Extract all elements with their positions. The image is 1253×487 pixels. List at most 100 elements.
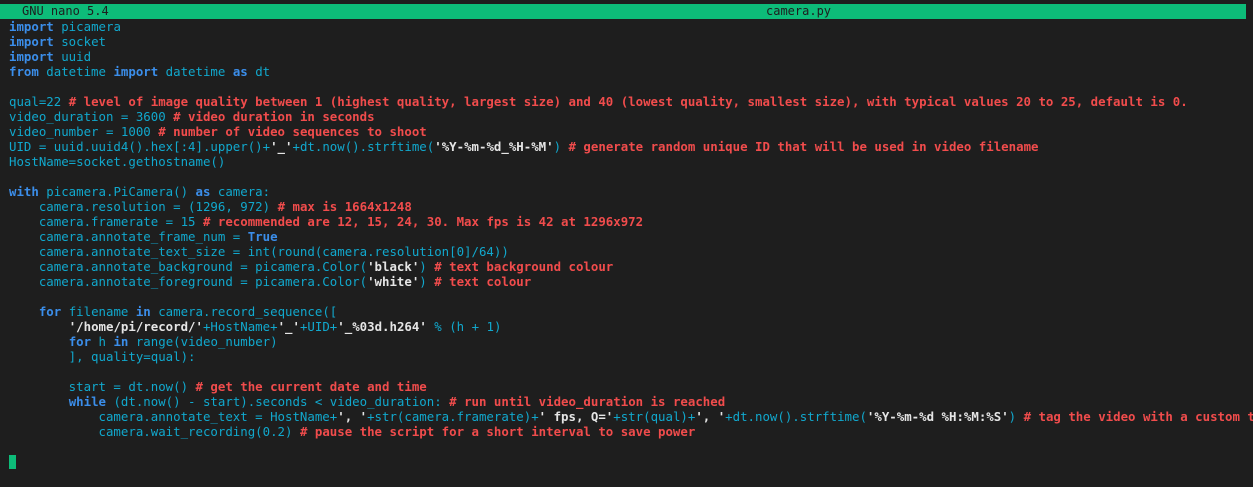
- code-identifier: camera.annotate_text_size = int(round(ca…: [9, 244, 509, 259]
- code-line: camera.annotate_foreground = picamera.Co…: [9, 274, 1249, 289]
- code-comment: # tag the video with a custom text: [1023, 409, 1253, 424]
- code-identifier: picamera: [53, 19, 121, 34]
- code-line: with picamera.PiCamera() as camera:: [9, 184, 1249, 199]
- code-identifier: [9, 334, 69, 349]
- code-line: import uuid: [9, 49, 1249, 64]
- code-identifier: start = dt.now(): [9, 379, 196, 394]
- code-line: from datetime import datetime as dt: [9, 64, 1249, 79]
- code-identifier: range(video_number): [128, 334, 278, 349]
- code-identifier: [9, 304, 39, 319]
- code-keyword: import: [9, 19, 54, 34]
- code-line: while (dt.now() - start).seconds < video…: [9, 394, 1249, 409]
- code-keyword: import: [9, 49, 54, 64]
- code-keyword: import: [113, 64, 159, 79]
- code-identifier: +HostName+: [202, 319, 278, 334]
- code-identifier: video_duration = 3600: [9, 109, 174, 124]
- code-line: video_duration = 3600 # video duration i…: [9, 109, 1249, 124]
- code-comment: # get the current date and time: [195, 379, 427, 394]
- code-identifier: [9, 394, 69, 409]
- code-keyword: for: [68, 334, 92, 349]
- code-identifier: camera.framerate = 15: [9, 214, 203, 229]
- code-line: UID = uuid.uuid4().hex[:4].upper()+'_'+d…: [9, 139, 1249, 154]
- text-cursor: [9, 455, 16, 469]
- code-string: 'black': [367, 259, 420, 274]
- code-identifier: (dt.now() - start).seconds < video_durat…: [106, 394, 450, 409]
- editor-file-name: camera.py: [766, 4, 832, 18]
- code-identifier: uuid: [53, 49, 92, 64]
- code-identifier: qual=22: [9, 94, 69, 109]
- code-keyword: as: [195, 184, 211, 199]
- code-identifier: camera.wait_recording(0.2): [9, 424, 300, 439]
- code-editor[interactable]: import picamera import socket import uuid f…: [9, 19, 1253, 439]
- code-line: camera.annotate_text_size = int(round(ca…: [9, 244, 1249, 259]
- code-keyword: import: [9, 34, 54, 49]
- code-identifier: h: [91, 334, 114, 349]
- code-line: for h in range(video_number): [9, 334, 1249, 349]
- code-string: '_': [277, 319, 300, 334]
- code-line: camera.wait_recording(0.2) # pause the s…: [9, 424, 1249, 439]
- code-identifier: +dt.now().strftime(: [725, 409, 867, 424]
- code-identifier: [9, 319, 69, 334]
- code-comment: # video duration in seconds: [173, 109, 375, 124]
- code-line: camera.annotate_text = HostName+', '+str…: [9, 409, 1253, 424]
- code-identifier: ): [1008, 409, 1024, 424]
- code-string: '/home/pi/record/': [68, 319, 203, 334]
- code-identifier: camera.resolution = (1296, 972): [9, 199, 278, 214]
- code-string: ', ': [337, 409, 368, 424]
- code-line: video_number = 1000 # number of video se…: [9, 124, 1249, 139]
- code-line: import socket: [9, 34, 1249, 49]
- code-identifier: camera.annotate_text = HostName+: [9, 409, 338, 424]
- code-keyword: as: [232, 64, 248, 79]
- code-string: '_%03d.h264': [337, 319, 427, 334]
- code-keyword: in: [135, 304, 151, 319]
- code-comment: # level of image quality between 1 (high…: [68, 94, 1188, 109]
- code-comment: # max is 1664x1248: [277, 199, 412, 214]
- code-identifier: dt: [247, 64, 271, 79]
- code-comment: # recommended are 12, 15, 24, 30. Max fp…: [202, 214, 644, 229]
- code-line: ], quality=qual):: [9, 349, 1249, 364]
- code-identifier: datetime: [38, 64, 114, 79]
- code-string: '%Y-%m-%d_%H-%M': [434, 139, 554, 154]
- code-line: HostName=socket.gethostname(): [9, 154, 1249, 169]
- code-comment: # run until video_duration is reached: [449, 394, 726, 409]
- code-identifier: +dt.now().strftime(: [292, 139, 435, 154]
- code-identifier: camera:: [210, 184, 271, 199]
- code-keyword: while: [68, 394, 106, 409]
- code-identifier: ): [553, 139, 569, 154]
- code-identifier: camera.annotate_frame_num =: [9, 229, 248, 244]
- code-comment: # text colour: [434, 274, 532, 289]
- code-identifier: camera.annotate_foreground = picamera.Co…: [9, 274, 368, 289]
- code-identifier: +str(camera.framerate)+: [367, 409, 539, 424]
- editor-app-name: GNU nano 5.4: [22, 4, 109, 18]
- code-string: ', ': [695, 409, 726, 424]
- code-keyword: for: [38, 304, 62, 319]
- code-identifier: socket: [53, 34, 106, 49]
- code-string: 'white': [367, 274, 420, 289]
- code-identifier: ): [419, 274, 435, 289]
- code-line: '/home/pi/record/'+HostName+'_'+UID+'_%0…: [9, 319, 1249, 334]
- code-comment: # text background colour: [434, 259, 614, 274]
- code-keyword: in: [113, 334, 129, 349]
- code-identifier: ): [419, 259, 435, 274]
- code-identifier: +str(qual)+: [613, 409, 696, 424]
- code-line: camera.annotate_background = picamera.Co…: [9, 259, 1249, 274]
- code-line: for filename in camera.record_sequence([: [9, 304, 1249, 319]
- nano-title-bar: GNU nano 5.4 camera.py: [0, 4, 1246, 19]
- code-identifier: +UID+: [299, 319, 338, 334]
- code-comment: # number of video sequences to shoot: [158, 124, 427, 139]
- code-identifier: % (h + 1): [426, 319, 502, 334]
- code-identifier: HostName=socket.gethostname(): [9, 154, 226, 169]
- code-identifier: UID = uuid.uuid4().hex[:4].upper()+: [9, 139, 271, 154]
- code-identifier: datetime: [158, 64, 233, 79]
- code-line: camera.resolution = (1296, 972) # max is…: [9, 199, 1249, 214]
- code-keyword: with: [9, 184, 39, 199]
- code-string: '%Y-%m-%d %H:%M:%S': [866, 409, 1009, 424]
- code-identifier: camera.record_sequence([: [150, 304, 338, 319]
- code-identifier: picamera.PiCamera(): [38, 184, 196, 199]
- code-line: import picamera: [9, 19, 1249, 34]
- code-string: ' fps, Q=': [538, 409, 614, 424]
